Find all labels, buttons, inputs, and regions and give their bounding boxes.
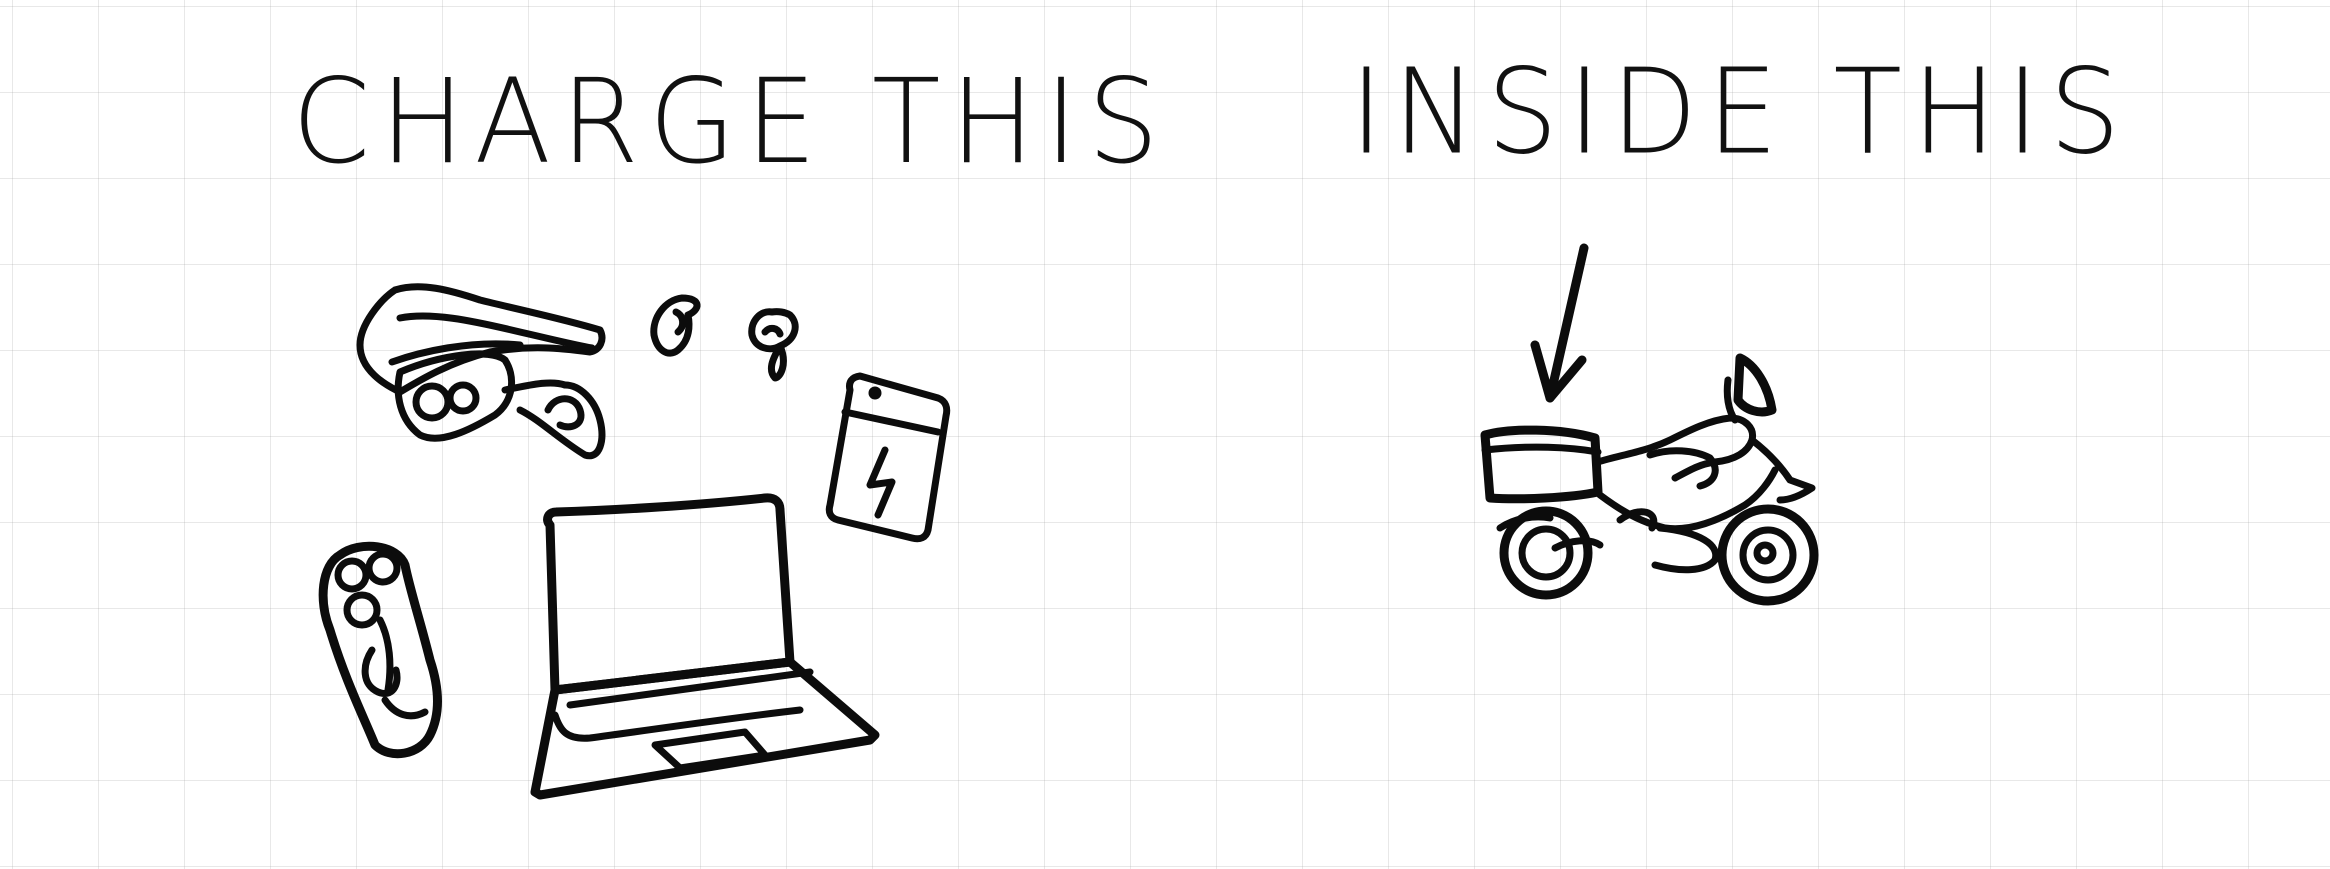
earbuds-icon <box>650 294 799 382</box>
arrow-down-icon <box>1530 243 1589 403</box>
power-bank-icon <box>825 372 951 543</box>
grid-paper-page: CHARGE THIS INSIDE THIS <box>0 0 2330 869</box>
laptop-icon <box>530 493 880 800</box>
headlamp-icon <box>356 283 606 460</box>
motorcycle-icon <box>1480 353 1819 606</box>
shaver-icon <box>318 541 442 759</box>
sketch-drawings <box>318 243 1819 800</box>
